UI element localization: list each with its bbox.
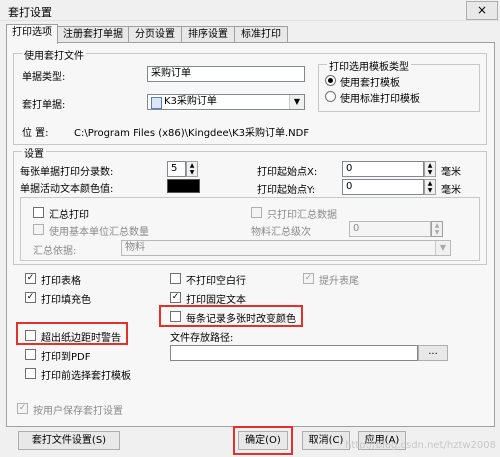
doc-label: 套打单据: xyxy=(22,100,66,111)
material-level-label: 物料汇总级次 xyxy=(251,227,311,238)
checkbox-print-fill[interactable]: ✓ xyxy=(25,292,36,303)
checkbox-no-blank-rows[interactable] xyxy=(170,273,181,284)
location-value: C:\Program Files (x86)\Kingdee\K3采购订单.ND… xyxy=(74,128,310,139)
radio-use-standard[interactable] xyxy=(325,91,336,102)
print-pdf-label: 打印到PDF xyxy=(41,352,91,363)
per-page-input[interactable]: 5 xyxy=(167,161,186,177)
document-icon xyxy=(151,97,162,109)
checkbox-print-pdf[interactable] xyxy=(25,349,36,360)
checkbox-use-basic-unit[interactable] xyxy=(33,224,44,235)
only-summary-label: 只打印汇总数据 xyxy=(267,210,337,221)
print-fixed-text-label: 打印固定文本 xyxy=(186,295,246,306)
color-label: 单据活动文本颜色值: xyxy=(20,184,114,195)
doc-select[interactable]: K3采购订单 ▼ xyxy=(147,94,305,110)
highlight-exceed-warning xyxy=(16,322,128,345)
start-x-input[interactable]: 0 xyxy=(342,161,424,177)
start-y-input[interactable]: 0 xyxy=(342,179,424,195)
title-bar: 套打设置 × xyxy=(0,0,500,21)
save-by-user-label: 按用户保存套打设置 xyxy=(33,406,123,417)
summary-basis-select[interactable]: 物料 ▼ xyxy=(121,240,451,256)
radio-use-template-label: 使用套打模板 xyxy=(340,78,400,89)
doc-select-value: K3采购订单 xyxy=(164,96,217,107)
per-page-label: 每张单据打印分录数: xyxy=(20,167,114,178)
settings-group: 设置 每张单据打印分录数: 5 ▲ ▼ 单据活动文本颜色值: 打印起始点X: 0 … xyxy=(13,145,487,265)
select-template-label: 打印前选择套打模板 xyxy=(41,371,131,382)
radio-use-template[interactable] xyxy=(325,75,336,86)
browse-button[interactable]: ... xyxy=(418,345,448,361)
highlight-change-color xyxy=(159,305,303,327)
print-table-label: 打印表格 xyxy=(41,276,81,287)
use-file-group-label: 使用套打文件 xyxy=(22,47,86,62)
tab-print-options[interactable]: 打印选项 xyxy=(6,24,58,44)
doc-type-field[interactable]: 采购订单 xyxy=(147,66,305,82)
checkbox-print-fixed-text[interactable]: ✓ xyxy=(170,292,181,303)
start-x-unit: 毫米 xyxy=(441,167,461,178)
use-basic-unit-label: 使用基本单位汇总数量 xyxy=(49,227,149,238)
checkbox-summary-print[interactable] xyxy=(33,207,44,218)
file-path-label: 文件存放路径: xyxy=(170,333,234,344)
checkbox-print-table[interactable]: ✓ xyxy=(25,273,36,284)
print-settings-window: 套打设置 × 打印选项 注册套打单据 分页设置 排序设置 标准打印 使用套打文件… xyxy=(0,0,500,457)
print-fill-label: 打印填充色 xyxy=(41,295,91,306)
start-y-stepper[interactable]: ▲ ▼ xyxy=(424,179,436,195)
highlight-ok-button xyxy=(233,426,293,455)
watermark-text: http://blog.csdn.net/hztw2008 xyxy=(345,440,496,451)
tab-paging[interactable]: 分页设置 xyxy=(128,26,182,43)
location-label: 位 置: xyxy=(22,128,49,139)
checkbox-save-by-user[interactable]: ✓ xyxy=(17,403,28,414)
close-button[interactable]: × xyxy=(466,1,498,20)
tab-register-docs[interactable]: 注册套打单据 xyxy=(57,26,129,43)
start-y-label: 打印起始点Y: xyxy=(257,185,316,196)
template-file-settings-button[interactable]: 套打文件设置(S) xyxy=(18,431,120,450)
file-path-input[interactable] xyxy=(170,345,418,361)
tab-panel: 使用套打文件 单据类型: 采购订单 套打单据: K3采购订单 ▼ 位 置: C:… xyxy=(6,42,495,427)
use-file-group: 使用套打文件 单据类型: 采购订单 套打单据: K3采购订单 ▼ 位 置: C:… xyxy=(13,47,487,145)
doc-type-label: 单据类型: xyxy=(22,72,66,83)
cancel-button[interactable]: 取消(C) xyxy=(302,431,350,450)
summary-print-label: 汇总打印 xyxy=(49,210,89,221)
radio-use-standard-label: 使用标准打印模板 xyxy=(340,94,420,105)
chevron-down-icon[interactable]: ▼ xyxy=(289,95,304,109)
template-type-group: 打印选用模板类型 使用套打模板 使用标准打印模板 xyxy=(318,58,480,112)
settings-group-label: 设置 xyxy=(22,145,46,160)
no-blank-rows-label: 不打印空白行 xyxy=(186,276,246,287)
window-title: 套打设置 xyxy=(8,6,52,19)
summary-subgroup: 汇总打印 只打印汇总数据 使用基本单位汇总数量 物料汇总级次 0 ▲ ▼ 汇总依据… xyxy=(20,197,480,261)
per-page-stepper[interactable]: ▲ ▼ xyxy=(186,161,198,177)
start-x-label: 打印起始点X: xyxy=(257,167,318,178)
checkbox-select-template[interactable] xyxy=(25,368,36,379)
text-color-swatch[interactable] xyxy=(167,179,200,193)
template-type-label: 打印选用模板类型 xyxy=(327,58,411,73)
tab-standard-print[interactable]: 标准打印 xyxy=(234,26,288,43)
chevron-down-icon[interactable]: ▼ xyxy=(435,241,450,255)
raise-footer-label: 提升表尾 xyxy=(319,276,359,287)
summary-basis-label: 汇总依据: xyxy=(33,246,77,257)
checkbox-only-summary[interactable] xyxy=(251,207,262,218)
start-y-unit: 毫米 xyxy=(441,185,461,196)
material-level-stepper[interactable]: ▲ ▼ xyxy=(431,221,443,237)
material-level-input[interactable]: 0 xyxy=(349,221,431,237)
summary-basis-value: 物料 xyxy=(125,242,145,253)
checkbox-raise-footer[interactable]: ✓ xyxy=(303,273,314,284)
tab-sorting[interactable]: 排序设置 xyxy=(181,26,235,43)
start-x-stepper[interactable]: ▲ ▼ xyxy=(424,161,436,177)
